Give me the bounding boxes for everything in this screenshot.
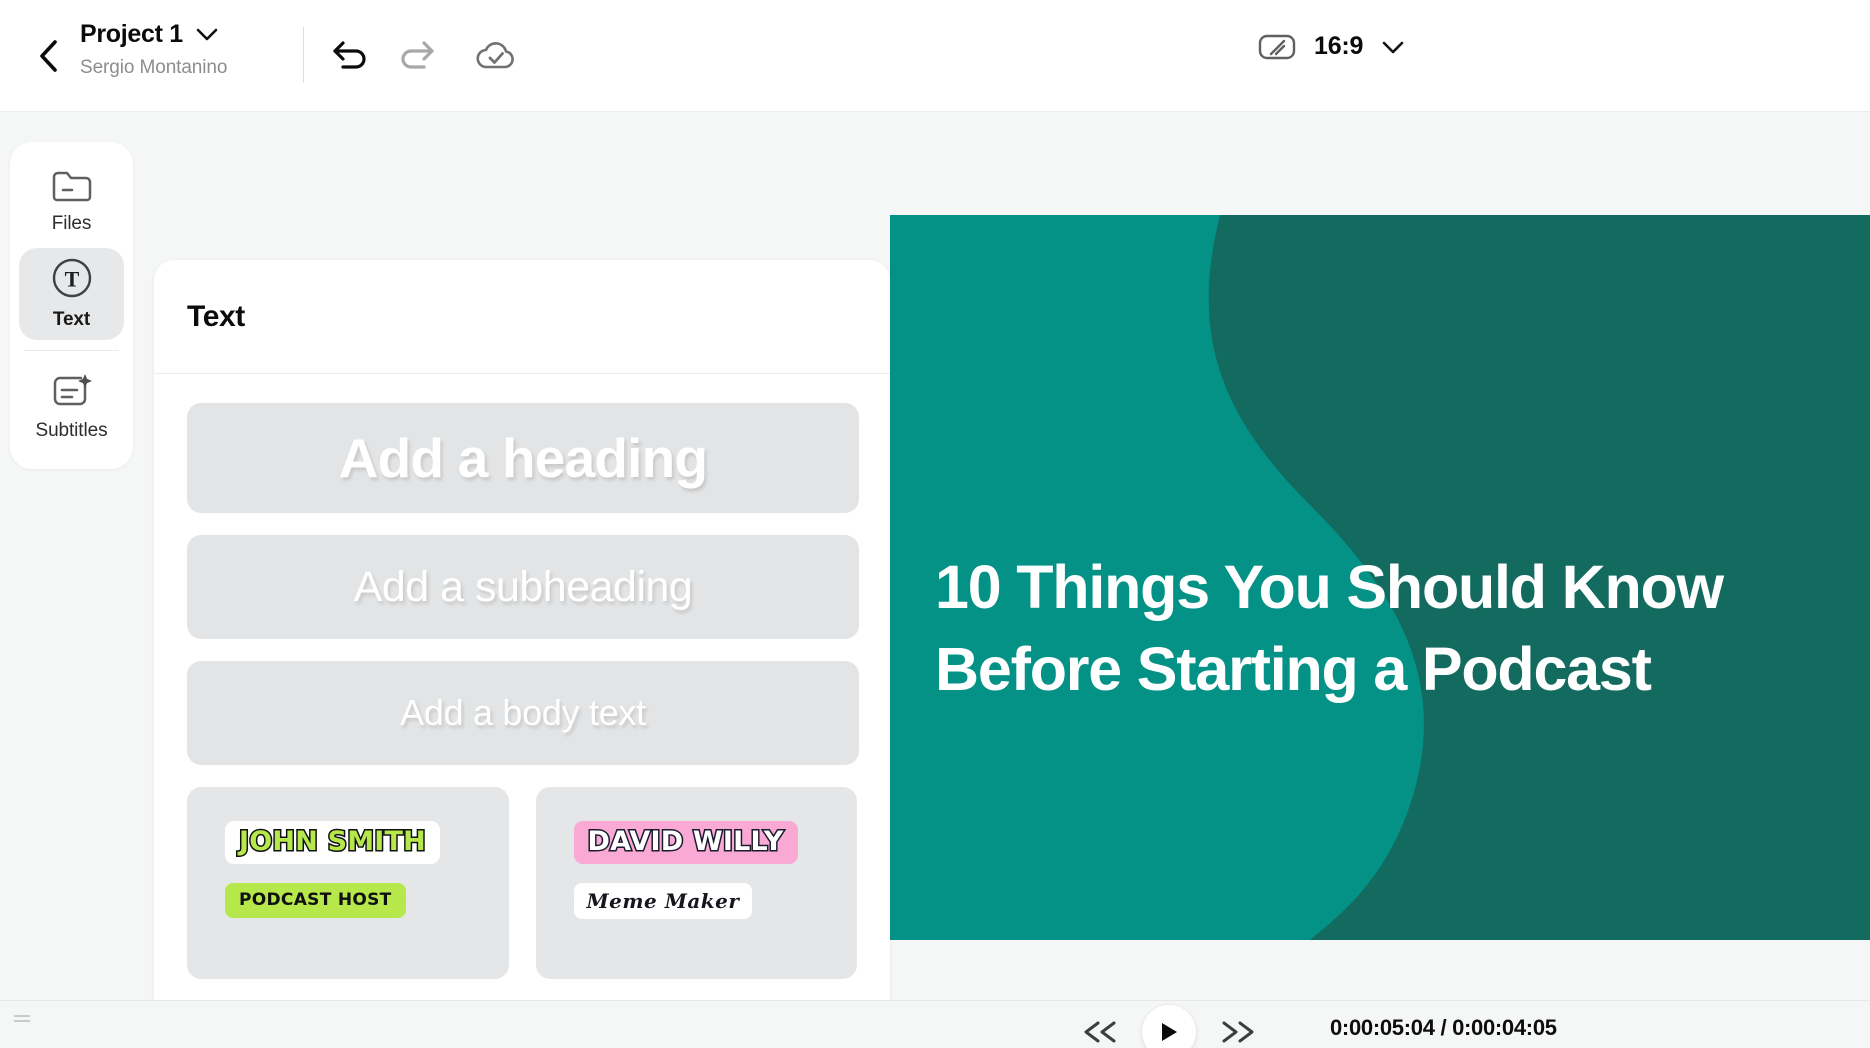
undo-arrow-icon	[333, 41, 366, 69]
playback-bar: 0:00:05:04 / 0:00:04:05	[0, 1000, 1870, 1048]
preset-name-tag: JOHN SMITH	[225, 821, 440, 864]
sidebar-item-subtitles[interactable]: Subtitles	[19, 361, 124, 453]
toolbar-divider	[303, 27, 304, 83]
headline-line-1: 10 Things You Should Know	[935, 553, 1724, 621]
canvas-headline: 10 Things You Should Know Before Startin…	[935, 553, 1825, 703]
redo-button[interactable]	[390, 30, 442, 82]
redo-arrow-icon	[401, 41, 434, 69]
text-preset-card-john-smith[interactable]: JOHN SMITH PODCAST HOST	[187, 787, 509, 979]
subtitles-sparkle-icon	[53, 374, 92, 406]
play-button[interactable]	[1142, 1005, 1196, 1048]
panel-title: Text	[187, 299, 245, 333]
aspect-ratio-icon	[1258, 34, 1296, 59]
add-body-text-button[interactable]: Add a body text	[187, 661, 859, 765]
rail-divider	[24, 350, 119, 351]
project-info: Project 1 Sergio Montanino	[80, 22, 227, 79]
rewind-button[interactable]	[1080, 1012, 1120, 1048]
text-panel: Text Add a heading Add a subheading Add …	[154, 260, 890, 1048]
timecode-display: 0:00:05:04 / 0:00:04:05	[1330, 1015, 1557, 1040]
add-body-text-label: Add a body text	[400, 692, 646, 733]
sidebar-item-label: Subtitles	[35, 420, 108, 441]
aspect-ratio-control[interactable]: 16:9	[1258, 32, 1405, 61]
video-preview-canvas[interactable]: 10 Things You Should Know Before Startin…	[890, 215, 1870, 940]
circled-t-icon: T	[52, 258, 91, 298]
headline-line-2: Before Starting a Podcast	[935, 634, 1652, 703]
fast-forward-button[interactable]	[1218, 1012, 1258, 1048]
text-panel-header: Text	[154, 260, 890, 374]
sidebar-item-label: Text	[52, 309, 91, 330]
text-preset-card-david-willy[interactable]: DAVID WILLY Meme Maker	[535, 787, 857, 979]
chevron-down-icon	[1382, 41, 1404, 53]
text-panel-body: Add a heading Add a subheading Add a bod…	[154, 374, 890, 979]
preset-role-tag: Meme Maker	[573, 883, 753, 919]
add-heading-label: Add a heading	[338, 427, 708, 489]
sidebar-item-label: Files	[51, 213, 92, 234]
project-owner: Sergio Montanino	[80, 57, 228, 78]
fast-forward-icon	[1222, 1021, 1254, 1043]
rewind-icon	[1084, 1021, 1116, 1043]
play-icon	[1162, 1023, 1177, 1041]
add-subheading-label: Add a subheading	[353, 562, 693, 611]
top-toolbar: Project 1 Sergio Montanino 16:9	[0, 0, 1870, 112]
back-button[interactable]	[28, 36, 68, 76]
workspace: Files T Text Subtitles Text Add a headin…	[0, 112, 1870, 1048]
chevron-left-icon	[40, 40, 57, 72]
preset-name-tag: DAVID WILLY	[573, 821, 798, 864]
sidebar-item-files[interactable]: Files	[19, 156, 124, 248]
cloud-check-icon	[476, 42, 514, 69]
tool-rail: Files T Text Subtitles	[10, 142, 133, 469]
chevron-down-icon	[196, 28, 218, 41]
add-subheading-button[interactable]: Add a subheading	[187, 535, 859, 639]
aspect-ratio-label: 16:9	[1314, 32, 1364, 60]
text-preset-row: JOHN SMITH PODCAST HOST DAVID WILLY Meme…	[187, 787, 857, 979]
preset-role-tag: PODCAST HOST	[225, 883, 406, 918]
save-status-indicator	[470, 30, 522, 82]
add-heading-button[interactable]: Add a heading	[187, 403, 859, 513]
playback-controls	[1080, 1005, 1258, 1048]
project-menu-button[interactable]	[196, 24, 218, 46]
sidebar-item-text[interactable]: T Text	[19, 248, 124, 340]
svg-text:T: T	[64, 267, 79, 292]
timeline-resize-handle[interactable]	[14, 1015, 30, 1022]
project-title[interactable]: Project 1	[80, 22, 183, 47]
folder-icon	[52, 171, 91, 202]
undo-button[interactable]	[325, 30, 377, 82]
video-editor-app: Project 1 Sergio Montanino 16:9 Files T …	[0, 0, 1870, 1048]
